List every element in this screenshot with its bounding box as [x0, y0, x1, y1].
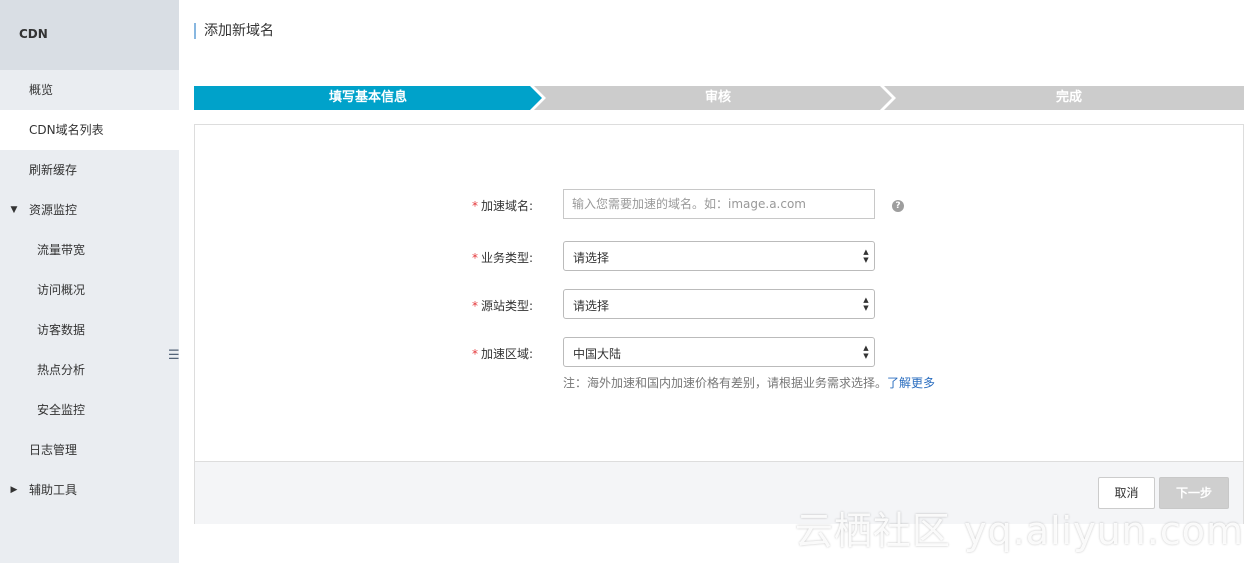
- business-type-value: 请选择: [573, 251, 610, 265]
- domain-input[interactable]: [564, 190, 870, 218]
- learn-more-link[interactable]: 了解更多: [887, 376, 935, 390]
- origin-type-value: 请选择: [573, 299, 610, 313]
- form-panel: *加速域名: ? *业务类型: 请选择 ▲▼ *源站类型: 请选择 ▲▼ *加速…: [194, 124, 1244, 524]
- domain-field[interactable]: [563, 189, 875, 219]
- sidebar-toggle-button[interactable]: ☰: [165, 334, 180, 376]
- sidebar-item-label: 辅助工具: [29, 483, 78, 497]
- sidebar-item-log-management[interactable]: 日志管理: [0, 430, 179, 470]
- watermark: 云栖社区 yq.aliyun.com: [794, 509, 1244, 553]
- sidebar-item-refresh-cache[interactable]: 刷新缓存: [0, 150, 179, 190]
- sidebar-item-visitor-data[interactable]: 访客数据: [0, 310, 179, 350]
- business-type-label: * 业务类型:: [471, 251, 533, 265]
- region-note-text: 注：海外加速和国内加速价格有差别，请根据业务需求选择。: [563, 376, 888, 390]
- step-progress: 填写基本信息 审核 完成: [194, 86, 1244, 110]
- caret-right-icon: ▶: [10, 485, 18, 495]
- sidebar-item-label: 热点分析: [37, 363, 86, 377]
- domain-label: * 加速域名:: [471, 199, 533, 213]
- region-select[interactable]: 中国大陆 ▲ ▼: [563, 337, 875, 367]
- sidebar-item-label: 访问概况: [37, 283, 86, 297]
- sidebar-item-label: 流量带宽: [37, 243, 86, 257]
- caret-down-icon: ▼: [10, 205, 18, 215]
- select-arrows-icon: ▲ ▼: [863, 296, 869, 312]
- sidebar-title: CDN: [19, 27, 48, 41]
- sidebar-item-security-monitor[interactable]: 安全监控: [0, 390, 179, 430]
- required-mark: *: [471, 199, 478, 213]
- select-arrows-icon: ▲ ▼: [863, 248, 869, 264]
- origin-type-label: * 源站类型:: [471, 299, 533, 313]
- required-mark: *: [471, 299, 478, 313]
- sidebar-item-hotspot-analysis[interactable]: 热点分析: [0, 350, 179, 390]
- sidebar-item-label: 刷新缓存: [29, 163, 78, 177]
- sidebar: CDN 概览 CDN域名列表 刷新缓存 ▼ 资源监控 流量带宽 访问概况 访客数…: [0, 0, 179, 563]
- step-complete: 完成: [1055, 90, 1082, 105]
- required-mark: *: [471, 251, 478, 265]
- sidebar-header: CDN: [0, 0, 179, 70]
- sidebar-item-label: 安全监控: [37, 403, 86, 417]
- sidebar-item-label: 访客数据: [37, 323, 86, 337]
- step-review: 审核: [704, 90, 731, 105]
- sidebar-item-overview[interactable]: 概览: [0, 70, 179, 110]
- menu-icon: ☰: [168, 348, 180, 363]
- page-title: 添加新域名: [194, 23, 274, 39]
- region-value: 中国大陆: [573, 347, 622, 361]
- sidebar-item-tools[interactable]: ▶ 辅助工具: [0, 470, 179, 510]
- region-note: 注：海外加速和国内加速价格有差别，请根据业务需求选择。了解更多: [563, 374, 935, 391]
- help-icon[interactable]: ?: [892, 200, 904, 212]
- sidebar-item-label: 日志管理: [29, 443, 78, 457]
- sidebar-item-resource-monitor[interactable]: ▼ 资源监控: [0, 190, 179, 230]
- origin-type-select[interactable]: 请选择 ▲ ▼: [563, 289, 875, 319]
- sidebar-item-label: 资源监控: [29, 203, 78, 217]
- sidebar-item-label: CDN域名列表: [29, 123, 104, 137]
- business-type-select[interactable]: 请选择 ▲ ▼: [563, 241, 875, 271]
- region-label: * 加速区域:: [471, 347, 533, 361]
- sidebar-item-domain-list[interactable]: CDN域名列表: [0, 110, 179, 150]
- sidebar-item-access-overview[interactable]: 访问概况: [0, 270, 179, 310]
- select-arrows-icon: ▲ ▼: [863, 344, 869, 360]
- sidebar-item-traffic-bandwidth[interactable]: 流量带宽: [0, 230, 179, 270]
- step-fill-basic-info: 填写基本信息: [328, 90, 407, 105]
- sidebar-item-label: 概览: [29, 83, 54, 97]
- required-mark: *: [471, 347, 478, 361]
